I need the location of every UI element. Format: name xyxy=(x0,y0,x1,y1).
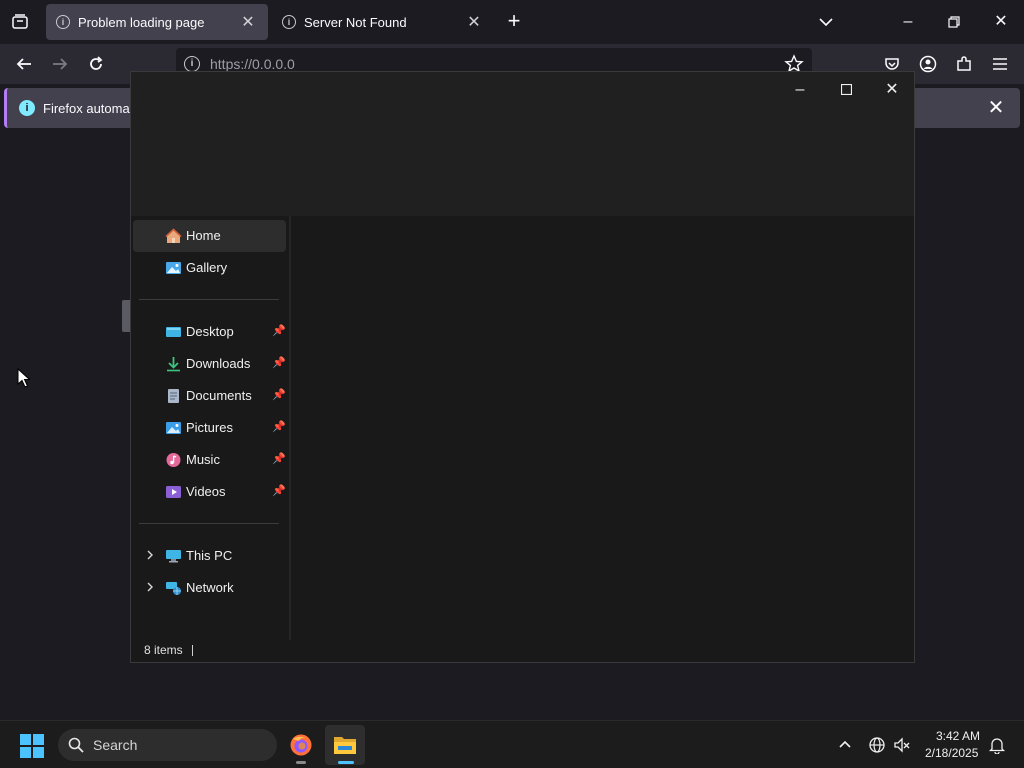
nav-label: Pictures xyxy=(186,420,233,435)
account-icon[interactable] xyxy=(916,52,940,76)
forward-arrow-icon[interactable] xyxy=(48,52,72,76)
documents-icon xyxy=(165,388,182,404)
nav-item-downloads[interactable]: Downloads 📌 xyxy=(133,348,286,380)
mouse-cursor-icon xyxy=(17,367,31,388)
nav-label: This PC xyxy=(186,548,233,563)
file-explorer-window: – ✕ Home Gallery Desktop 📌 Downloads 📌 D… xyxy=(130,71,915,663)
taskbar-firefox-button[interactable] xyxy=(281,725,321,765)
close-notification-icon[interactable]: ✕ xyxy=(984,96,1008,120)
network-icon xyxy=(165,580,182,596)
extensions-icon[interactable] xyxy=(952,52,976,76)
chevron-right-icon[interactable] xyxy=(145,549,157,563)
pin-icon[interactable]: 📌 xyxy=(272,356,286,370)
videos-icon xyxy=(165,484,182,500)
url-text[interactable]: https://0.0.0.0 xyxy=(210,56,295,72)
taskbar-search-box[interactable]: Search xyxy=(58,729,277,761)
windows-start-icon[interactable] xyxy=(20,734,44,758)
nav-item-desktop[interactable]: Desktop 📌 xyxy=(133,316,286,348)
close-window-button[interactable]: ✕ xyxy=(989,10,1013,34)
nav-divider xyxy=(139,523,279,524)
explorer-minimize-button[interactable]: – xyxy=(777,76,823,104)
close-tab-icon[interactable]: ✕ xyxy=(464,12,484,32)
show-hidden-icons-chevron-icon[interactable] xyxy=(836,736,854,754)
nav-item-this-pc[interactable]: This PC xyxy=(133,540,286,572)
nav-label: Documents xyxy=(186,388,252,403)
minimize-window-button[interactable]: – xyxy=(896,10,920,34)
gallery-icon xyxy=(165,260,182,276)
close-tab-icon[interactable]: ✕ xyxy=(238,12,258,32)
notification-text: Firefox automatio xyxy=(43,101,144,116)
nav-item-network[interactable]: Network xyxy=(133,572,286,604)
list-all-tabs-icon[interactable] xyxy=(814,10,838,34)
nav-label: Gallery xyxy=(186,260,228,275)
back-arrow-icon[interactable] xyxy=(12,52,36,76)
nav-item-home[interactable]: Home xyxy=(133,220,286,252)
nav-label: Desktop xyxy=(186,324,234,339)
explorer-close-button[interactable]: ✕ xyxy=(869,76,915,104)
site-info-icon[interactable]: i xyxy=(184,56,200,72)
notification-bell-icon[interactable] xyxy=(988,736,1006,755)
tab-server-not-found[interactable]: i Server Not Found ✕ xyxy=(272,4,494,40)
navigation-pane: Home Gallery Desktop 📌 Downloads 📌 Docum… xyxy=(131,216,289,640)
nav-label: Music xyxy=(186,452,220,467)
item-count: 8 items xyxy=(144,643,183,657)
pin-icon[interactable]: 📌 xyxy=(272,452,286,466)
nav-label: Network xyxy=(186,580,234,595)
nav-label: Videos xyxy=(186,484,226,499)
info-icon: i xyxy=(56,15,70,29)
clock-date[interactable]: 2/18/2025 xyxy=(925,746,978,760)
downloads-icon xyxy=(165,356,182,372)
firefox-icon xyxy=(289,733,313,760)
nav-item-music[interactable]: Music 📌 xyxy=(133,444,286,476)
pin-icon[interactable]: 📌 xyxy=(272,388,286,402)
nav-item-videos[interactable]: Videos 📌 xyxy=(133,476,286,508)
nav-label: Downloads xyxy=(186,356,251,371)
status-bar: 8 items xyxy=(131,640,914,662)
pin-icon[interactable]: 📌 xyxy=(272,484,286,498)
content-pane[interactable] xyxy=(291,216,914,640)
taskbar-file-explorer-button[interactable] xyxy=(325,725,365,765)
home-icon xyxy=(165,228,182,244)
taskbar: Search 3:42 AM 2/18/2025 xyxy=(0,720,1024,768)
pin-icon[interactable]: 📌 xyxy=(272,324,286,338)
explorer-maximize-button[interactable] xyxy=(823,76,869,104)
pin-icon[interactable]: 📌 xyxy=(272,420,286,434)
folder-icon xyxy=(333,734,357,759)
nav-item-gallery[interactable]: Gallery xyxy=(133,252,286,284)
nav-label: Home xyxy=(186,228,221,243)
nav-divider xyxy=(139,299,279,300)
new-tab-button[interactable]: + xyxy=(502,10,526,34)
pictures-icon xyxy=(165,420,182,436)
firefox-view-icon[interactable] xyxy=(8,10,32,34)
tab-title: Server Not Found xyxy=(304,14,407,30)
tab-title: Problem loading page xyxy=(78,14,205,30)
chevron-right-icon[interactable] xyxy=(145,581,157,595)
nav-item-documents[interactable]: Documents 📌 xyxy=(133,380,286,412)
desktop-icon xyxy=(165,324,182,340)
tab-problem-loading-page[interactable]: i Problem loading page ✕ xyxy=(46,4,268,40)
this-pc-icon xyxy=(165,548,182,564)
active-indicator xyxy=(338,761,354,764)
reload-icon[interactable] xyxy=(84,52,108,76)
volume-muted-icon[interactable] xyxy=(893,736,911,754)
clock-time[interactable]: 3:42 AM xyxy=(936,729,980,743)
browser-tab-bar: i Problem loading page ✕ i Server Not Fo… xyxy=(0,0,1024,44)
network-globe-icon[interactable] xyxy=(868,736,886,754)
info-icon: i xyxy=(19,100,35,116)
search-placeholder: Search xyxy=(93,737,138,753)
info-icon: i xyxy=(282,15,296,29)
restore-window-button[interactable] xyxy=(942,10,966,34)
running-indicator xyxy=(296,761,306,764)
menu-hamburger-icon[interactable] xyxy=(988,52,1012,76)
explorer-title-bar[interactable]: – ✕ xyxy=(131,72,914,216)
search-icon xyxy=(68,737,84,753)
music-icon xyxy=(165,452,182,468)
nav-item-pictures[interactable]: Pictures 📌 xyxy=(133,412,286,444)
status-separator xyxy=(192,645,193,656)
